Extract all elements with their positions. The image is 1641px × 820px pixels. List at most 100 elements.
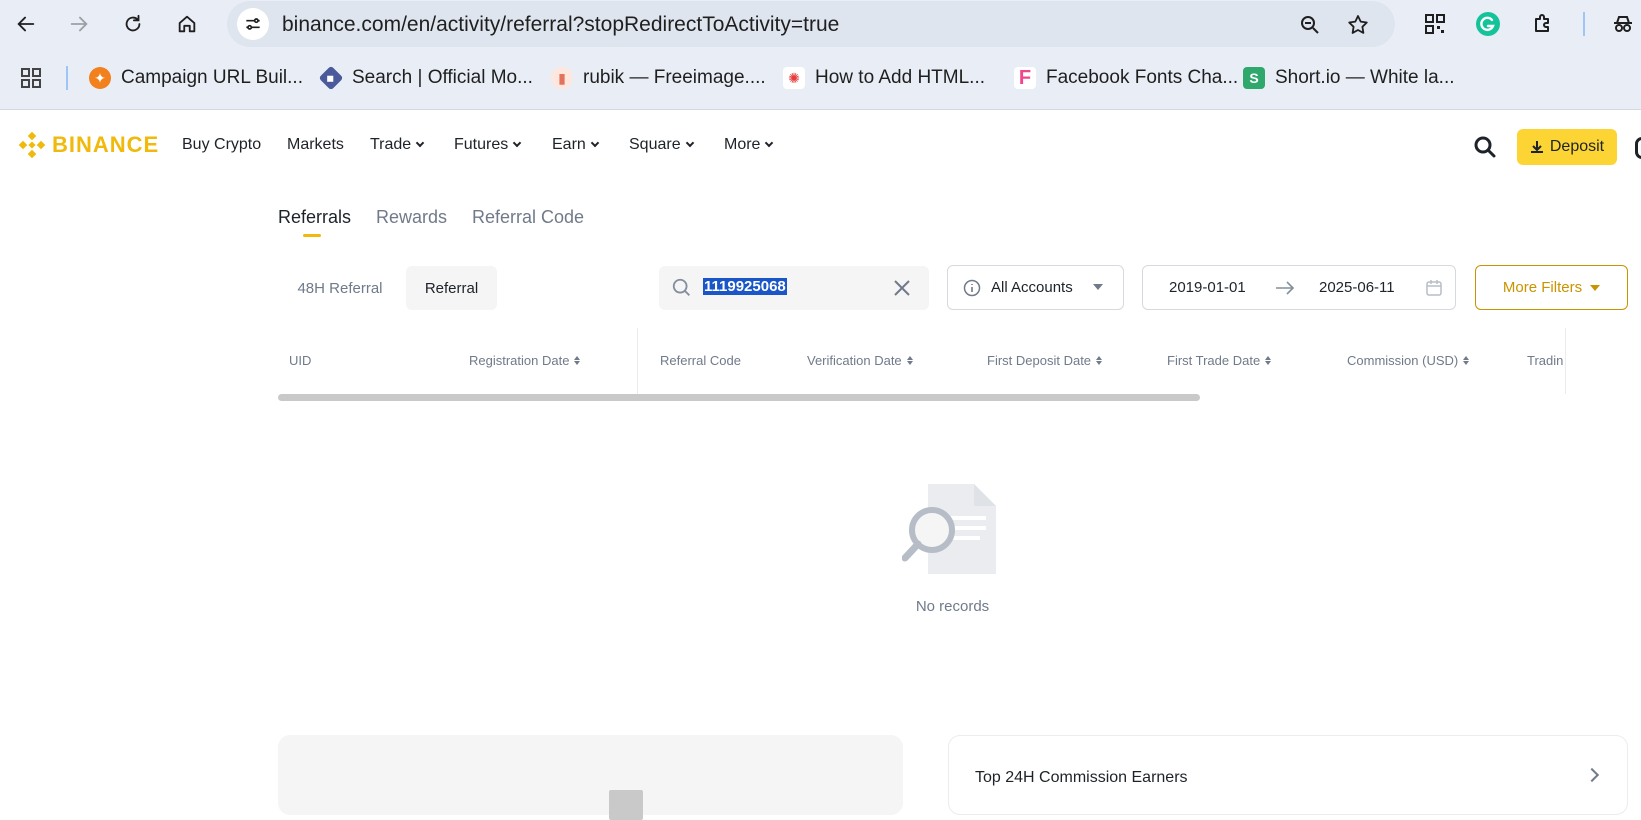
site-search-button[interactable] — [1473, 135, 1499, 161]
bookmark-star-icon[interactable] — [1345, 12, 1371, 38]
incognito-profile-icon[interactable] — [1609, 10, 1637, 38]
url-text[interactable]: binance.com/en/activity/referral?stopRed… — [282, 13, 839, 37]
search-icon — [1474, 136, 1496, 158]
col-registration-date[interactable]: Registration Date — [469, 353, 581, 368]
caret-down-icon — [1093, 284, 1103, 290]
info-icon — [963, 279, 981, 297]
home-icon — [178, 15, 196, 33]
bookmark-add-html[interactable]: ✺ How to Add HTML... — [783, 60, 985, 96]
card-title: Top 24H Commission Earners — [975, 769, 1188, 786]
search-icon — [672, 278, 690, 296]
col-label: First Deposit Date — [987, 353, 1092, 368]
segment-48h-referral[interactable]: 48H Referral — [282, 266, 398, 310]
sort-icon[interactable] — [1265, 356, 1272, 365]
binance-logo-icon — [18, 131, 46, 159]
col-label: Commission (USD) — [1347, 353, 1459, 368]
bookmark-facebook-fonts[interactable]: F Facebook Fonts Cha... — [1014, 60, 1238, 96]
col-label: UID — [289, 353, 312, 368]
bookmark-label: rubik — Freeimage.... — [583, 67, 766, 88]
binance-logo[interactable]: BINANCE — [18, 131, 159, 159]
col-first-trade-date[interactable]: First Trade Date — [1167, 353, 1272, 368]
col-referral-code: Referral Code — [660, 353, 741, 368]
back-button[interactable] — [10, 8, 42, 40]
nav-label: Trade — [370, 136, 412, 153]
account-select[interactable]: All Accounts — [947, 265, 1124, 310]
nav-trade[interactable]: Trade — [370, 136, 425, 154]
tab-rewards[interactable]: Rewards — [376, 207, 447, 228]
date-to[interactable]: 2025-06-11 — [1319, 279, 1395, 296]
caret-down-icon — [1590, 284, 1601, 291]
reload-icon — [125, 14, 141, 32]
col-commission-usd[interactable]: Commission (USD) — [1347, 353, 1470, 368]
col-first-deposit-date[interactable]: First Deposit Date — [987, 353, 1103, 368]
calendar-icon[interactable] — [1425, 279, 1443, 297]
extensions-puzzle-icon[interactable] — [1529, 10, 1557, 38]
zoom-icon[interactable] — [1297, 12, 1323, 38]
chevron-down-icon — [513, 138, 522, 148]
col-label: Verification Date — [807, 353, 902, 368]
more-filters-button[interactable]: More Filters — [1475, 265, 1628, 310]
active-tab-indicator — [303, 234, 321, 237]
sort-icon[interactable] — [1096, 356, 1103, 365]
uid-search-input[interactable]: 1119925068 — [659, 266, 929, 310]
freeimage-favicon-icon: ▮ — [551, 67, 573, 89]
chevron-down-icon — [415, 138, 425, 148]
clear-icon[interactable] — [893, 279, 911, 297]
col-trading: Tradin — [1527, 353, 1565, 368]
nav-markets[interactable]: Markets — [287, 136, 344, 154]
avatar-edge[interactable] — [1635, 137, 1641, 159]
campaign-favicon-icon: ✦ — [89, 67, 111, 89]
tab-referral-code[interactable]: Referral Code — [472, 207, 584, 228]
segment-referral[interactable]: Referral — [406, 266, 497, 310]
fonts-favicon-icon: F — [1014, 67, 1036, 89]
date-from[interactable]: 2019-01-01 — [1169, 279, 1246, 296]
reload-button[interactable] — [117, 8, 149, 40]
table-horizontal-scrollbar[interactable] — [278, 394, 1200, 401]
nav-label: More — [724, 136, 761, 153]
empty-state-text: No records — [915, 598, 990, 615]
chevron-right-icon[interactable] — [1584, 767, 1600, 783]
empty-state-illustration — [901, 482, 998, 576]
toolbar-separator — [1583, 12, 1585, 36]
html-favicon-icon: ✺ — [783, 67, 805, 89]
nav-label: Square — [629, 136, 681, 153]
account-select-value: All Accounts — [991, 279, 1073, 296]
col-label: Registration Date — [469, 353, 570, 368]
back-arrow-icon — [17, 16, 35, 32]
no-records-icon — [901, 484, 996, 574]
bookmark-label: Campaign URL Buil... — [121, 67, 303, 88]
sort-icon[interactable] — [906, 356, 913, 365]
nav-futures[interactable]: Futures — [454, 136, 522, 154]
forward-arrow-icon — [70, 16, 88, 32]
site-settings-icon[interactable] — [237, 8, 269, 40]
home-button[interactable] — [171, 8, 203, 40]
date-range-picker[interactable]: 2019-01-01 2025-06-11 — [1142, 265, 1456, 310]
sort-icon[interactable] — [574, 356, 581, 365]
deposit-button[interactable]: Deposit — [1517, 129, 1617, 165]
nav-square[interactable]: Square — [629, 136, 694, 154]
bookmark-short-io[interactable]: S Short.io — White la... — [1243, 60, 1455, 96]
deposit-label: Deposit — [1549, 138, 1605, 155]
bookmark-campaign-url[interactable]: ✦ Campaign URL Buil... — [89, 60, 303, 96]
nav-label: Buy Crypto — [182, 136, 262, 153]
nav-more[interactable]: More — [724, 136, 774, 154]
nav-earn[interactable]: Earn — [552, 136, 600, 154]
grammarly-icon[interactable] — [1474, 10, 1502, 38]
bookmark-label: Facebook Fonts Cha... — [1046, 67, 1239, 88]
forward-button[interactable] — [63, 8, 95, 40]
address-bar[interactable]: binance.com/en/activity/referral?stopRed… — [227, 1, 1395, 47]
qr-code-icon[interactable] — [1421, 10, 1449, 38]
bookmark-search-official[interactable]: ◆ Search | Official Mo... — [318, 60, 533, 96]
column-divider — [637, 328, 638, 394]
top-commission-earners-card[interactable]: Top 24H Commission Earners — [948, 735, 1628, 815]
chevron-down-icon — [765, 138, 774, 148]
tab-referrals[interactable]: Referrals — [278, 207, 351, 228]
bookmark-label: Short.io — White la... — [1275, 67, 1455, 88]
search-value-selected[interactable]: 1119925068 — [703, 278, 787, 295]
sort-icon[interactable] — [1463, 356, 1470, 365]
nav-buy-crypto[interactable]: Buy Crypto — [182, 136, 261, 154]
bookmark-rubik[interactable]: ▮ rubik — Freeimage.... — [551, 60, 766, 96]
col-verification-date[interactable]: Verification Date — [807, 353, 913, 368]
apps-grid-button[interactable] — [19, 60, 43, 96]
chevron-down-icon — [590, 138, 600, 148]
